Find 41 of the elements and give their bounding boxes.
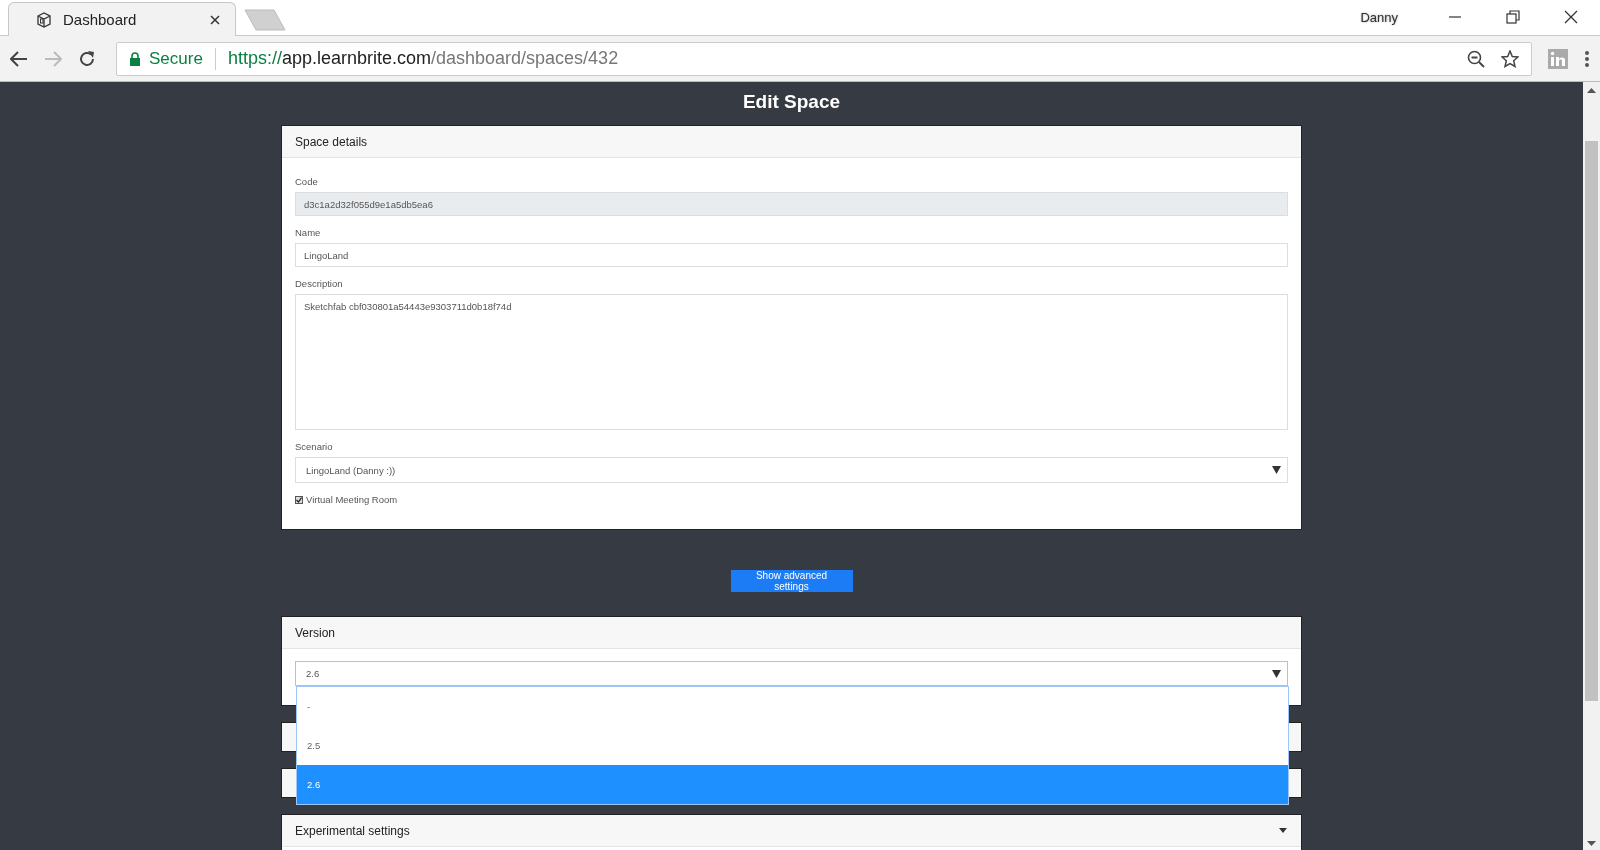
code-field[interactable]: d3c1a2d32f055d9e1a5db5ea6 (295, 192, 1288, 216)
show-advanced-button[interactable]: Show advanced settings (730, 570, 853, 592)
checkbox-label: Virtual Meeting Room (306, 494, 398, 505)
back-arrow-icon[interactable] (10, 50, 28, 67)
caret-down-icon (1272, 669, 1281, 678)
scroll-up-icon[interactable] (1587, 88, 1596, 93)
scenario-select[interactable]: LingoLand (Danny :)) (295, 457, 1288, 483)
page-title: Edit Space (742, 90, 841, 114)
menu-icon[interactable] (1584, 49, 1590, 68)
card-title: Space details (295, 134, 368, 149)
description-field[interactable]: Sketchfab cbf030801a54443e9303711d0b18f74d (295, 294, 1288, 430)
caret-down-icon (1272, 466, 1281, 474)
card-title: Version (295, 625, 336, 640)
field-label: Code (295, 176, 319, 187)
scroll-down-icon[interactable] (1587, 841, 1596, 846)
field-label: Name (295, 227, 322, 238)
dropdown-option[interactable]: - (297, 687, 1288, 726)
dropdown-option[interactable]: 2.5 (297, 726, 1288, 765)
name-field[interactable]: LingoLand (295, 243, 1288, 267)
browser-tab[interactable]: Dashboard (8, 2, 236, 36)
address-bar[interactable]: Secure https://app.learnbrite.com/dashboard/spaces/432 (116, 41, 1532, 76)
field-label: Scenario (295, 441, 334, 452)
card-title: Experimental settings (295, 823, 410, 838)
caret-down-icon (1279, 828, 1287, 833)
close-icon[interactable] (209, 13, 221, 26)
reload-icon[interactable] (78, 49, 96, 68)
lock-icon (129, 51, 141, 66)
tab-title: Dashboard (63, 11, 138, 28)
close-icon[interactable] (1564, 10, 1578, 24)
checkbox[interactable] (295, 495, 303, 504)
zoom-out-icon[interactable] (1467, 49, 1485, 68)
url-text: https://app.learnbrite.com/dashboard/spaces/432 (227, 48, 619, 69)
secure-label: Secure (149, 48, 203, 69)
star-icon[interactable] (1501, 49, 1519, 68)
field-label: Description (295, 278, 344, 289)
restore-icon[interactable] (1506, 10, 1520, 24)
checkmark-icon (296, 496, 302, 503)
profile-name[interactable]: Danny (1360, 9, 1398, 25)
cube-logo-icon (35, 10, 53, 29)
scrollbar[interactable] (1583, 82, 1600, 850)
version-select[interactable]: 2.6 (295, 661, 1288, 686)
